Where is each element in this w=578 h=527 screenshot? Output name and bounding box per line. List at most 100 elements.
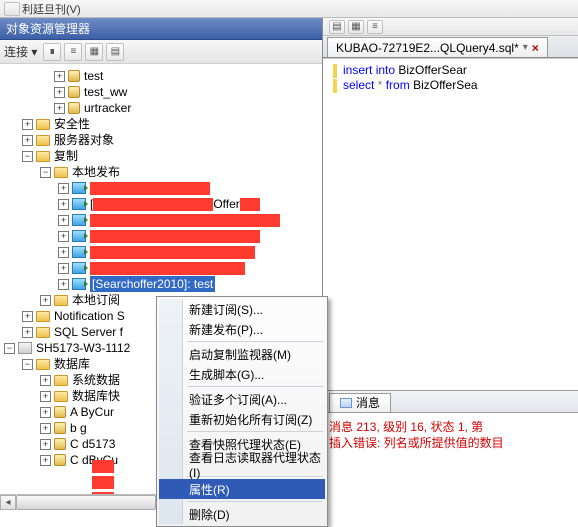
menu-new-subscription[interactable]: 新建订阅(S)... <box>159 299 325 319</box>
expand-icon[interactable]: + <box>22 327 33 338</box>
redacted-label[interactable] <box>90 182 210 195</box>
folder-icon <box>36 359 50 370</box>
expand-icon[interactable]: + <box>54 103 65 114</box>
server-icon <box>18 342 32 354</box>
expand-icon[interactable]: + <box>40 423 51 434</box>
database-icon <box>68 102 80 114</box>
tree-label[interactable]: 数据库 <box>54 356 90 372</box>
expand-icon[interactable]: + <box>58 215 69 226</box>
folder-icon <box>54 375 68 386</box>
expand-icon[interactable]: + <box>40 455 51 466</box>
sql-editor[interactable]: insert into BizOfferSear select * from B… <box>323 58 578 390</box>
tree-label[interactable]: test_ww <box>84 84 127 100</box>
publication-icon <box>72 214 86 226</box>
tab-label: KUBAO-72719E2...QLQuery4.sql* <box>336 41 519 55</box>
tree-label[interactable]: b g <box>70 420 87 436</box>
tree-label[interactable]: 系统数据 <box>72 372 120 388</box>
close-icon[interactable]: × <box>532 41 539 55</box>
expand-icon[interactable]: + <box>58 199 69 210</box>
collapse-icon[interactable]: − <box>22 359 33 370</box>
editor-toolbar: ▤ ▦ ≡ <box>323 18 578 36</box>
publication-icon <box>72 262 86 274</box>
menu-generate-scripts[interactable]: 生成脚本(G)... <box>159 364 325 384</box>
tab-messages[interactable]: 消息 <box>329 393 391 412</box>
tree-label[interactable]: 复制 <box>54 148 78 164</box>
expand-icon[interactable]: + <box>58 279 69 290</box>
toolbar-icon[interactable]: ∎ <box>43 43 61 61</box>
redacted-label[interactable] <box>90 230 260 243</box>
tab-query[interactable]: KUBAO-72719E2...QLQuery4.sql* ▾ × <box>327 37 548 57</box>
toolbar-icon[interactable]: ▦ <box>348 20 364 34</box>
chevron-down-icon[interactable]: ▾ <box>523 42 528 53</box>
scroll-left-icon[interactable]: ◂ <box>0 495 16 510</box>
expand-icon[interactable]: + <box>22 119 33 130</box>
database-icon <box>54 406 66 418</box>
expand-icon[interactable]: + <box>40 391 51 402</box>
expand-icon[interactable]: + <box>40 407 51 418</box>
folder-icon <box>54 295 68 306</box>
tree-label[interactable]: 服务器对象 <box>54 132 114 148</box>
results-tabstrip: 消息 <box>323 390 578 412</box>
context-menu: 新建订阅(S)... 新建发布(P)... 启动复制监视器(M) 生成脚本(G)… <box>156 296 328 527</box>
redacted-label[interactable] <box>90 214 280 227</box>
toolbar-button[interactable] <box>4 2 20 16</box>
menu-view-logreader-agent[interactable]: 查看日志读取器代理状态(I) <box>159 454 325 474</box>
menu-reinitialize-subscriptions[interactable]: 重新初始化所有订阅(Z) <box>159 409 325 429</box>
expand-icon[interactable]: + <box>22 311 33 322</box>
menu-properties[interactable]: 属性(R) <box>159 479 325 499</box>
selected-publication[interactable]: + [Searchoffer2010]: test <box>0 276 322 292</box>
expand-icon[interactable]: + <box>40 439 51 450</box>
toolbar-icon[interactable]: ▤ <box>106 43 124 61</box>
expand-icon[interactable]: + <box>58 247 69 258</box>
folder-icon <box>36 119 50 130</box>
menu-delete[interactable]: 删除(D) <box>159 504 325 524</box>
database-icon <box>54 438 66 450</box>
folder-icon <box>36 135 50 146</box>
tree-label[interactable]: 本地发布 <box>72 164 120 180</box>
publication-icon <box>72 278 86 290</box>
messages-icon <box>340 398 352 408</box>
menu-validate-subscriptions[interactable]: 验证多个订阅(A)... <box>159 389 325 409</box>
expand-icon[interactable]: + <box>22 135 33 146</box>
expand-icon[interactable]: + <box>58 231 69 242</box>
tree-label[interactable]: 安全性 <box>54 116 90 132</box>
folder-icon <box>36 311 50 322</box>
scroll-thumb[interactable] <box>16 495 156 510</box>
expand-icon[interactable]: + <box>54 87 65 98</box>
toolbar-icon[interactable]: ≡ <box>367 20 383 34</box>
database-icon <box>54 422 66 434</box>
tree-label[interactable]: test <box>84 68 103 84</box>
collapse-icon[interactable]: − <box>4 343 15 354</box>
expand-icon[interactable]: + <box>54 71 65 82</box>
toolbar-icon[interactable]: ▦ <box>85 43 103 61</box>
editor-tabstrip: KUBAO-72719E2...QLQuery4.sql* ▾ × <box>323 36 578 58</box>
tree-label[interactable]: urtracker <box>84 100 131 116</box>
redacted-label[interactable] <box>90 246 255 259</box>
toolbar-icon[interactable]: ▤ <box>329 20 345 34</box>
tree-label[interactable]: A ByCur <box>70 404 114 420</box>
tree-label[interactable]: 数据库快 <box>72 388 120 404</box>
connection-toolbar: 连接 ▾ ∎ ≡ ▦ ▤ <box>0 40 322 64</box>
expand-icon[interactable]: + <box>58 263 69 274</box>
menu-launch-replication-monitor[interactable]: 启动复制监视器(M) <box>159 344 325 364</box>
tree-label[interactable]: Notification S <box>54 308 125 324</box>
messages-pane[interactable]: 消息 213, 级别 16, 状态 1, 第 插入错误: 列名或所提供值的数目 <box>323 412 578 511</box>
connect-dropdown[interactable]: 连接 ▾ <box>4 43 37 60</box>
expand-icon[interactable]: + <box>40 375 51 386</box>
tree-label[interactable]: SH5173-W3-1112 <box>36 340 130 356</box>
menu-new-publication[interactable]: 新建发布(P)... <box>159 319 325 339</box>
expand-icon[interactable]: + <box>40 295 51 306</box>
tree-label[interactable]: [Offer <box>90 196 260 212</box>
tree-label[interactable]: C d5173 <box>70 436 115 452</box>
tab-label: 消息 <box>356 394 380 411</box>
folder-icon <box>54 391 68 402</box>
tree-label[interactable]: SQL Server f <box>54 324 123 340</box>
collapse-icon[interactable]: − <box>22 151 33 162</box>
expand-icon[interactable]: + <box>58 183 69 194</box>
tree-label[interactable]: 本地订阅 <box>72 292 120 308</box>
collapse-icon[interactable]: − <box>40 167 51 178</box>
redacted-label[interactable] <box>90 262 245 275</box>
editor-panel: ▤ ▦ ≡ KUBAO-72719E2...QLQuery4.sql* ▾ × … <box>323 18 578 510</box>
toolbar-icon[interactable]: ≡ <box>64 43 82 61</box>
toolbar-fragment: 利廷旦刊(V) <box>22 1 81 17</box>
